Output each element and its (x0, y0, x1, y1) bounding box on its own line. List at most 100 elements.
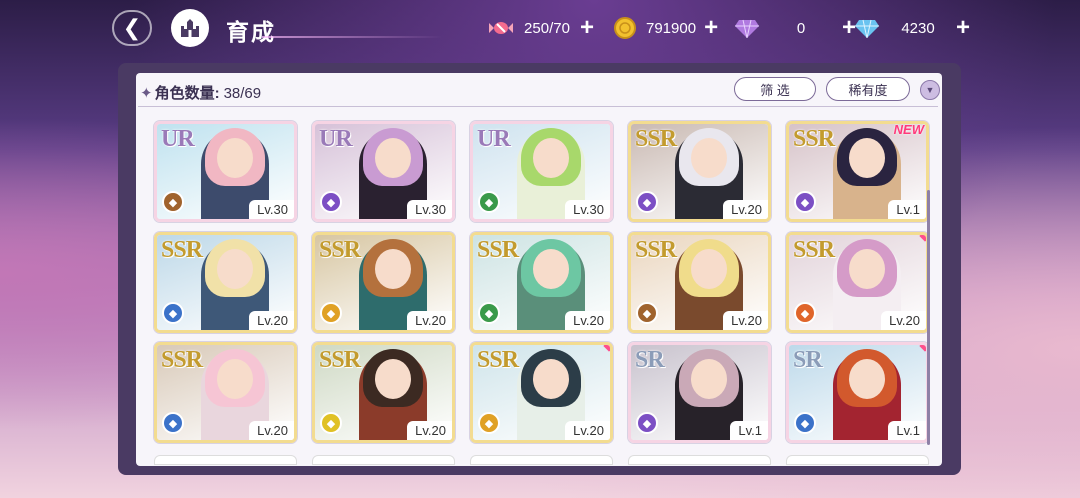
character-card[interactable]: UR ◆ Lv.30 (312, 121, 455, 222)
character-face (375, 359, 411, 399)
level-label: Lv.30 (565, 200, 610, 219)
new-badge: NEW (893, 122, 924, 137)
purple-gem-value: 0 (796, 19, 806, 37)
attribute-icon: ◆ (794, 302, 816, 324)
level-label: Lv.30 (249, 200, 294, 219)
character-face (533, 138, 569, 178)
attribute-icon: ◆ (162, 302, 184, 324)
level-label: Lv.20 (249, 311, 294, 330)
character-face (217, 138, 253, 178)
rarity-badge: SSR (477, 237, 519, 263)
level-label: Lv.20 (407, 311, 452, 330)
rarity-badge: SSR (161, 347, 203, 373)
top-bar: ❮ 育成 250/70 + 791900 + 0 + 4230 + (0, 0, 1080, 56)
character-face (849, 138, 885, 178)
title-underline (262, 36, 442, 38)
add-candy-button[interactable]: + (580, 14, 594, 42)
scrollbar[interactable] (927, 190, 930, 445)
resource-gold: 791900 + (612, 14, 718, 42)
filter-button[interactable]: 筛 选 (734, 77, 816, 101)
attribute-icon: ◆ (478, 302, 500, 324)
character-card[interactable]: SSR ◆ Lv.20 (470, 232, 613, 333)
rarity-badge: SSR (319, 237, 361, 263)
attribute-icon: ◆ (636, 302, 658, 324)
card-peek (786, 455, 929, 465)
castle-icon (181, 19, 199, 37)
attribute-icon: ◆ (636, 412, 658, 434)
level-label: Lv.1 (730, 421, 768, 440)
character-card[interactable]: UR ◆ Lv.30 (470, 121, 613, 222)
character-face (691, 359, 727, 399)
attribute-icon: ◆ (478, 191, 500, 213)
attribute-icon: ◆ (320, 191, 342, 213)
character-face (533, 359, 569, 399)
diamond-value: 4230 (901, 19, 935, 37)
level-label: Lv.20 (565, 311, 610, 330)
character-face (217, 249, 253, 289)
purple-gem-icon (734, 15, 760, 41)
character-card[interactable]: SSR ◆ Lv.1 NEW (786, 121, 929, 222)
page-title: 育成 (226, 19, 276, 45)
character-card[interactable]: SR ◆ Lv.1 (628, 342, 771, 443)
rarity-badge: UR (477, 126, 511, 152)
rarity-badge: UR (319, 126, 353, 152)
level-label: Lv.30 (407, 200, 452, 219)
rarity-badge: SSR (319, 347, 361, 373)
attribute-icon: ◆ (636, 191, 658, 213)
level-label: Lv.20 (881, 311, 926, 330)
resource-purple-gem: 0 + (734, 14, 856, 42)
back-button[interactable]: ❮ (112, 10, 152, 46)
character-card[interactable]: SSR ◆ Lv.20 (154, 342, 297, 443)
gold-coin-icon (612, 15, 638, 41)
character-card[interactable]: UR ◆ Lv.30 (154, 121, 297, 222)
character-count-value: 38/69 (223, 85, 262, 102)
character-card[interactable]: SR ◆ Lv.1 (786, 342, 929, 443)
character-card[interactable]: SSR ◆ Lv.20 (628, 121, 771, 222)
rarity-badge: SSR (161, 237, 203, 263)
rarity-badge: SR (635, 347, 665, 373)
character-face (849, 249, 885, 289)
sort-order-toggle[interactable]: ▼ (920, 80, 940, 100)
card-peek (154, 455, 297, 465)
character-card[interactable]: SSR ◆ Lv.20 (312, 232, 455, 333)
attribute-icon: ◆ (794, 412, 816, 434)
attribute-icon: ◆ (162, 412, 184, 434)
sparkle-icon: ✦ (140, 85, 153, 102)
attribute-icon: ◆ (320, 412, 342, 434)
character-card[interactable]: SSR ◆ Lv.20 (628, 232, 771, 333)
attribute-icon: ◆ (478, 412, 500, 434)
card-peek (312, 455, 455, 465)
back-arrow-icon: ❮ (122, 15, 142, 40)
home-button[interactable] (171, 9, 209, 47)
rarity-badge: SSR (635, 237, 677, 263)
rarity-badge: SSR (793, 237, 835, 263)
character-card[interactable]: SSR ◆ Lv.20 (470, 342, 613, 443)
resource-candy: 250/70 + (488, 14, 594, 42)
character-face (375, 138, 411, 178)
rarity-sort-button[interactable]: 稀有度 (826, 77, 910, 101)
character-count-label: 角色数量: (154, 85, 220, 102)
level-label: Lv.20 (249, 421, 294, 440)
candy-icon (488, 15, 514, 41)
character-face (375, 249, 411, 289)
rarity-badge: UR (161, 126, 195, 152)
card-peek (470, 455, 613, 465)
gold-value: 791900 (646, 19, 697, 37)
level-label: Lv.1 (888, 421, 926, 440)
character-face (533, 249, 569, 289)
blue-diamond-icon (854, 15, 880, 41)
level-label: Lv.20 (723, 311, 768, 330)
level-label: Lv.20 (407, 421, 452, 440)
level-label: Lv.20 (565, 421, 610, 440)
add-diamond-button[interactable]: + (956, 14, 970, 42)
add-gold-button[interactable]: + (704, 14, 718, 42)
character-card[interactable]: SSR ◆ Lv.20 (154, 232, 297, 333)
character-card[interactable]: SSR ◆ Lv.20 (312, 342, 455, 443)
character-count: ✦ 角色数量: 38/69 (140, 82, 261, 103)
level-label: Lv.1 (888, 200, 926, 219)
character-face (217, 359, 253, 399)
card-peek (628, 455, 771, 465)
candy-value: 250/70 (524, 19, 570, 37)
character-card[interactable]: SSR ◆ Lv.20 (786, 232, 929, 333)
rarity-badge: SR (793, 347, 823, 373)
